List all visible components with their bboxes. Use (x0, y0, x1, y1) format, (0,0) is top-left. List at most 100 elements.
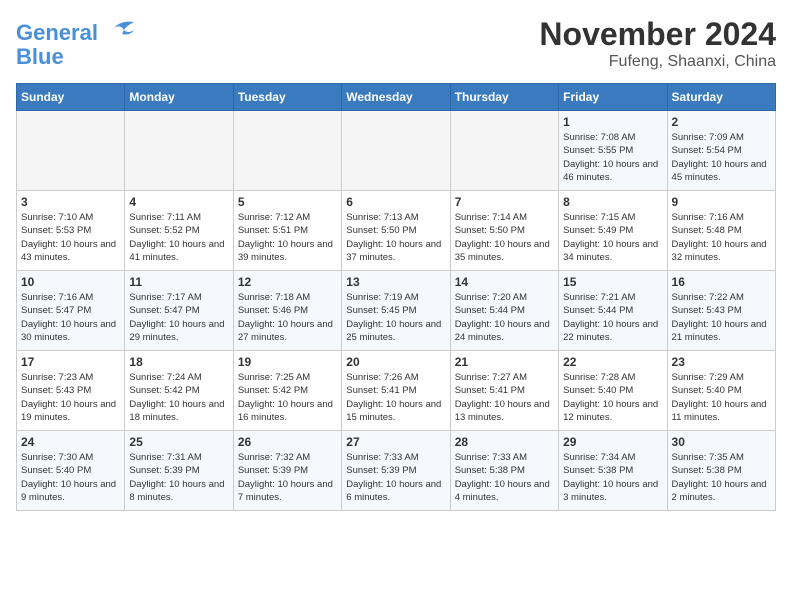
day-number: 24 (21, 435, 120, 449)
day-info: Sunrise: 7:26 AM Sunset: 5:41 PM Dayligh… (346, 371, 445, 424)
day-number: 1 (563, 115, 662, 129)
calendar-cell: 30 Sunrise: 7:35 AM Sunset: 5:38 PM Dayli… (667, 431, 775, 511)
calendar-cell (450, 111, 558, 191)
day-info: Sunrise: 7:14 AM Sunset: 5:50 PM Dayligh… (455, 211, 554, 264)
day-info: Sunrise: 7:19 AM Sunset: 5:45 PM Dayligh… (346, 291, 445, 344)
calendar-cell: 29 Sunrise: 7:34 AM Sunset: 5:38 PM Dayli… (559, 431, 667, 511)
day-number: 22 (563, 355, 662, 369)
calendar-cell: 5 Sunrise: 7:12 AM Sunset: 5:51 PM Daylig… (233, 191, 341, 271)
calendar-week-row: 3 Sunrise: 7:10 AM Sunset: 5:53 PM Daylig… (17, 191, 776, 271)
day-info: Sunrise: 7:10 AM Sunset: 5:53 PM Dayligh… (21, 211, 120, 264)
day-of-week-header: Sunday (17, 84, 125, 111)
calendar-cell: 15Sunrise: 7:21 AM Sunset: 5:44 PM Dayli… (559, 271, 667, 351)
calendar-week-row: 1 Sunrise: 7:08 AM Sunset: 5:55 PM Daylig… (17, 111, 776, 191)
calendar-cell (233, 111, 341, 191)
day-number: 17 (21, 355, 120, 369)
day-number: 8 (563, 195, 662, 209)
day-number: 29 (563, 435, 662, 449)
day-info: Sunrise: 7:12 AM Sunset: 5:51 PM Dayligh… (238, 211, 337, 264)
calendar-table: SundayMondayTuesdayWednesdayThursdayFrid… (16, 83, 776, 511)
day-info: Sunrise: 7:16 AM Sunset: 5:47 PM Dayligh… (21, 291, 120, 344)
calendar-cell: 18 Sunrise: 7:24 AM Sunset: 5:42 PM Dayli… (125, 351, 233, 431)
day-of-week-header: Saturday (667, 84, 775, 111)
calendar-cell: 21Sunrise: 7:27 AM Sunset: 5:41 PM Dayli… (450, 351, 558, 431)
calendar-cell: 27 Sunrise: 7:33 AM Sunset: 5:39 PM Dayli… (342, 431, 450, 511)
calendar-week-row: 24 Sunrise: 7:30 AM Sunset: 5:40 PM Dayli… (17, 431, 776, 511)
day-of-week-header: Thursday (450, 84, 558, 111)
day-number: 11 (129, 275, 228, 289)
calendar-week-row: 10 Sunrise: 7:16 AM Sunset: 5:47 PM Dayli… (17, 271, 776, 351)
day-info: Sunrise: 7:33 AM Sunset: 5:39 PM Dayligh… (346, 451, 445, 504)
calendar-cell: 22 Sunrise: 7:28 AM Sunset: 5:40 PM Dayli… (559, 351, 667, 431)
calendar-cell: 3 Sunrise: 7:10 AM Sunset: 5:53 PM Daylig… (17, 191, 125, 271)
calendar-cell: 28 Sunrise: 7:33 AM Sunset: 5:38 PM Dayli… (450, 431, 558, 511)
day-info: Sunrise: 7:09 AM Sunset: 5:54 PM Dayligh… (672, 131, 771, 184)
calendar-cell: 10 Sunrise: 7:16 AM Sunset: 5:47 PM Dayli… (17, 271, 125, 351)
calendar-cell (342, 111, 450, 191)
calendar-header: SundayMondayTuesdayWednesdayThursdayFrid… (17, 84, 776, 111)
calendar-cell: 16 Sunrise: 7:22 AM Sunset: 5:43 PM Dayli… (667, 271, 775, 351)
calendar-cell: 19Sunrise: 7:25 AM Sunset: 5:42 PM Dayli… (233, 351, 341, 431)
calendar-cell: 11 Sunrise: 7:17 AM Sunset: 5:47 PM Dayli… (125, 271, 233, 351)
day-number: 26 (238, 435, 337, 449)
logo-line1: General (16, 20, 98, 45)
day-number: 30 (672, 435, 771, 449)
day-info: Sunrise: 7:32 AM Sunset: 5:39 PM Dayligh… (238, 451, 337, 504)
day-number: 28 (455, 435, 554, 449)
calendar-cell: 12Sunrise: 7:18 AM Sunset: 5:46 PM Dayli… (233, 271, 341, 351)
calendar-cell (17, 111, 125, 191)
calendar-cell: 8Sunrise: 7:15 AM Sunset: 5:49 PM Daylig… (559, 191, 667, 271)
day-number: 3 (21, 195, 120, 209)
day-number: 2 (672, 115, 771, 129)
calendar-cell: 24 Sunrise: 7:30 AM Sunset: 5:40 PM Dayli… (17, 431, 125, 511)
day-number: 15 (563, 275, 662, 289)
day-number: 16 (672, 275, 771, 289)
day-info: Sunrise: 7:17 AM Sunset: 5:47 PM Dayligh… (129, 291, 228, 344)
logo-text: General (16, 16, 136, 45)
calendar-cell (125, 111, 233, 191)
day-of-week-header: Wednesday (342, 84, 450, 111)
calendar-cell: 14Sunrise: 7:20 AM Sunset: 5:44 PM Dayli… (450, 271, 558, 351)
calendar-cell: 6 Sunrise: 7:13 AM Sunset: 5:50 PM Daylig… (342, 191, 450, 271)
day-number: 27 (346, 435, 445, 449)
day-info: Sunrise: 7:33 AM Sunset: 5:38 PM Dayligh… (455, 451, 554, 504)
logo: General Blue (16, 16, 136, 69)
month-title: November 2024 (539, 16, 776, 53)
location: Fufeng, Shaanxi, China (539, 53, 776, 71)
calendar-cell: 1 Sunrise: 7:08 AM Sunset: 5:55 PM Daylig… (559, 111, 667, 191)
day-number: 21 (455, 355, 554, 369)
day-info: Sunrise: 7:08 AM Sunset: 5:55 PM Dayligh… (563, 131, 662, 184)
day-of-week-header: Monday (125, 84, 233, 111)
day-number: 25 (129, 435, 228, 449)
calendar-cell: 23Sunrise: 7:29 AM Sunset: 5:40 PM Dayli… (667, 351, 775, 431)
day-info: Sunrise: 7:28 AM Sunset: 5:40 PM Dayligh… (563, 371, 662, 424)
day-info: Sunrise: 7:30 AM Sunset: 5:40 PM Dayligh… (21, 451, 120, 504)
title-block: November 2024 Fufeng, Shaanxi, China (539, 16, 776, 71)
page-header: General Blue November 2024 Fufeng, Shaan… (16, 16, 776, 71)
logo-line2: Blue (16, 45, 136, 69)
day-number: 6 (346, 195, 445, 209)
day-number: 9 (672, 195, 771, 209)
day-number: 10 (21, 275, 120, 289)
calendar-cell: 20Sunrise: 7:26 AM Sunset: 5:41 PM Dayli… (342, 351, 450, 431)
calendar-cell: 26 Sunrise: 7:32 AM Sunset: 5:39 PM Dayli… (233, 431, 341, 511)
day-info: Sunrise: 7:18 AM Sunset: 5:46 PM Dayligh… (238, 291, 337, 344)
day-of-week-header: Friday (559, 84, 667, 111)
calendar-cell: 25 Sunrise: 7:31 AM Sunset: 5:39 PM Dayli… (125, 431, 233, 511)
day-info: Sunrise: 7:13 AM Sunset: 5:50 PM Dayligh… (346, 211, 445, 264)
day-number: 18 (129, 355, 228, 369)
day-info: Sunrise: 7:24 AM Sunset: 5:42 PM Dayligh… (129, 371, 228, 424)
day-info: Sunrise: 7:31 AM Sunset: 5:39 PM Dayligh… (129, 451, 228, 504)
day-info: Sunrise: 7:23 AM Sunset: 5:43 PM Dayligh… (21, 371, 120, 424)
calendar-week-row: 17 Sunrise: 7:23 AM Sunset: 5:43 PM Dayli… (17, 351, 776, 431)
calendar-body: 1 Sunrise: 7:08 AM Sunset: 5:55 PM Daylig… (17, 111, 776, 511)
day-info: Sunrise: 7:35 AM Sunset: 5:38 PM Dayligh… (672, 451, 771, 504)
day-number: 5 (238, 195, 337, 209)
day-info: Sunrise: 7:34 AM Sunset: 5:38 PM Dayligh… (563, 451, 662, 504)
calendar-cell: 13Sunrise: 7:19 AM Sunset: 5:45 PM Dayli… (342, 271, 450, 351)
header-row: SundayMondayTuesdayWednesdayThursdayFrid… (17, 84, 776, 111)
day-number: 19 (238, 355, 337, 369)
day-number: 4 (129, 195, 228, 209)
day-info: Sunrise: 7:22 AM Sunset: 5:43 PM Dayligh… (672, 291, 771, 344)
day-number: 14 (455, 275, 554, 289)
